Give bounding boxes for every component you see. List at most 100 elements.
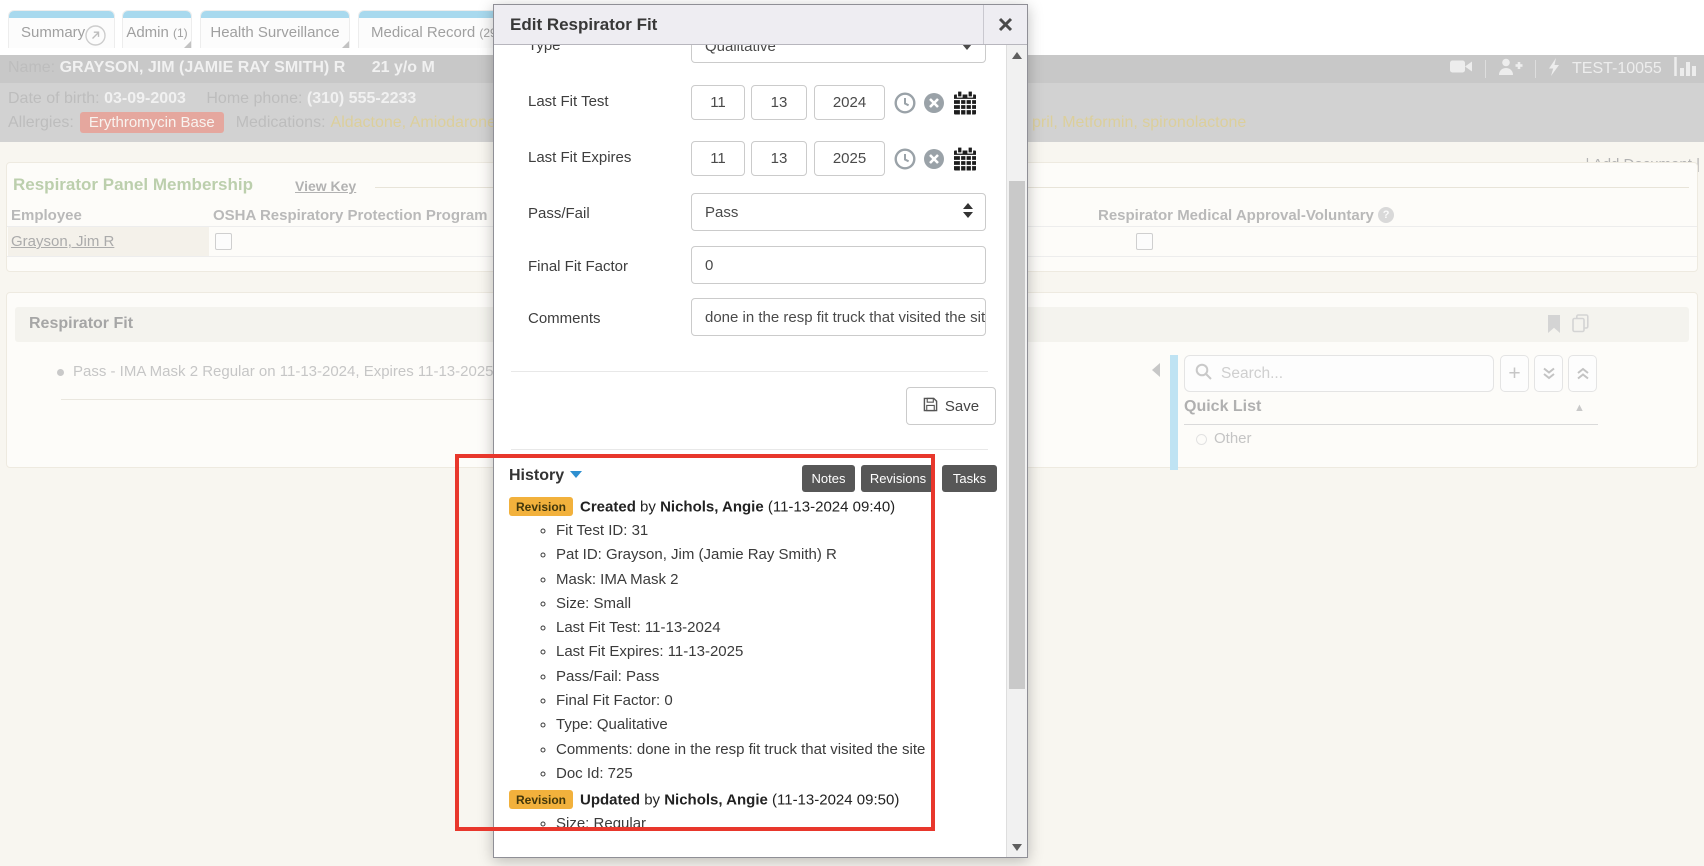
close-button[interactable] (983, 5, 1027, 44)
calendar-icon[interactable] (952, 146, 974, 168)
add-user-icon[interactable] (1498, 58, 1523, 80)
tab-fold-marker (184, 41, 191, 48)
tab-accent-strip (359, 11, 507, 18)
last-fit-test-day[interactable] (751, 85, 807, 120)
fit-result-item[interactable]: Pass - IMA Mask 2 Regular on 11-13-2024,… (73, 363, 494, 380)
add-button[interactable]: + (1500, 355, 1529, 392)
medications-left: Aldactone, Amiodarone (331, 114, 496, 132)
scroll-down-arrow[interactable] (1007, 837, 1027, 857)
membership-title: Respirator Panel Membership (13, 175, 253, 195)
last-fit-test-label: Last Fit Test (528, 93, 609, 111)
bookmark-icon[interactable] (1547, 315, 1561, 338)
clock-icon[interactable] (894, 92, 916, 114)
last-fit-expires-year[interactable] (814, 141, 885, 176)
quick-list-collapse-icon[interactable]: ▲ (1574, 402, 1585, 414)
patient-name: GRAYSON, JIM (JAMIE RAY SMITH) R (60, 59, 346, 76)
modal-header: Edit Respirator Fit (494, 5, 1027, 45)
history-divider (511, 449, 988, 450)
expand-all-button[interactable] (1534, 355, 1563, 392)
last-fit-expires-label: Last Fit Expires (528, 149, 631, 167)
phone-value: (310) 555-2233 (307, 90, 416, 107)
save-button[interactable]: Save (906, 387, 996, 425)
collapse-panel-handle[interactable] (1150, 362, 1161, 383)
tab-accent-strip (201, 11, 349, 18)
osha-checkbox[interactable] (215, 233, 232, 250)
allergy-badge[interactable]: Erythromycin Base (80, 112, 224, 133)
patient-age-sex: 21 y/o M (372, 59, 435, 76)
app-screen: Summary Admin (1) Health Surveillance Me… (0, 0, 1704, 866)
comments-label: Comments (528, 310, 601, 328)
select-spinner-icon (963, 203, 973, 218)
record-id: TEST-10055 (1572, 60, 1662, 78)
respirator-fit-title: Respirator Fit (29, 315, 133, 333)
allergy-med-line: Allergies: Erythromycin Base Medications… (8, 112, 496, 133)
tab-summary[interactable]: Summary (8, 10, 115, 48)
type-select[interactable]: Qualitative (691, 45, 986, 63)
chart-icon[interactable] (1674, 57, 1698, 81)
medications-label: Medications: (236, 114, 326, 132)
dob-phone-line: Date of birth: 03-09-2003 Home phone: (3… (8, 90, 416, 108)
col-employee: Employee (11, 207, 82, 224)
clear-date-icon[interactable] (923, 148, 945, 170)
last-fit-test-month[interactable] (691, 85, 745, 120)
voluntary-checkbox[interactable] (1136, 233, 1153, 250)
last-fit-expires-day[interactable] (751, 141, 807, 176)
tab-health-surveillance-label: Health Surveillance (201, 24, 349, 41)
view-key-link[interactable]: View Key (295, 178, 356, 194)
collapse-all-button[interactable] (1568, 355, 1597, 392)
last-fit-expires-month[interactable] (691, 141, 745, 176)
quick-panel-accent-bar (1170, 355, 1178, 470)
modal-scrollbar[interactable] (1006, 45, 1027, 857)
pass-fail-select[interactable]: Pass (691, 193, 986, 231)
tab-health-surveillance[interactable]: Health Surveillance (200, 10, 350, 48)
final-fit-factor-input[interactable]: 0 (691, 246, 986, 284)
tasks-button[interactable]: Tasks (942, 465, 997, 492)
help-icon[interactable]: ? (1378, 207, 1394, 223)
patient-name-line: Name: GRAYSON, JIM (JAMIE RAY SMITH) R 2… (8, 59, 435, 77)
calendar-icon[interactable] (952, 90, 974, 112)
chevron-down-icon (962, 45, 972, 50)
quick-list-divider (1184, 424, 1598, 425)
type-label: Type (528, 45, 561, 55)
tab-fold-marker (342, 41, 349, 48)
toolbar-divider (1485, 60, 1486, 78)
quick-list-title[interactable]: Quick List (1184, 398, 1261, 416)
save-icon (923, 397, 938, 416)
search-input[interactable] (1219, 364, 1483, 384)
modal-title: Edit Respirator Fit (510, 5, 657, 44)
name-label: Name: (8, 59, 55, 76)
quick-list-item-other[interactable]: Other (1214, 430, 1252, 447)
clear-date-icon[interactable] (923, 92, 945, 114)
video-camera-icon[interactable] (1450, 59, 1473, 79)
lightning-icon[interactable] (1548, 58, 1560, 81)
dob-value: 03-09-2003 (104, 90, 186, 107)
col-osha-program: OSHA Respiratory Protection Program (213, 207, 488, 224)
annotation-rectangle (455, 454, 935, 831)
list-bullet (57, 369, 64, 376)
final-fit-factor-label: Final Fit Factor (528, 258, 628, 276)
tab-accent-strip (9, 11, 114, 18)
clock-icon[interactable] (894, 148, 916, 170)
phone-label: Home phone: (206, 90, 302, 107)
quick-search (1184, 355, 1494, 392)
copy-icon[interactable] (1572, 314, 1589, 338)
tab-medical-record[interactable]: Medical Record (29) (358, 10, 508, 48)
comments-input[interactable]: done in the resp fit truck that visited … (691, 298, 986, 336)
last-fit-test-year[interactable] (814, 85, 885, 120)
tab-admin-label: Admin (1) (123, 24, 191, 41)
toolbar-divider (1535, 60, 1536, 78)
medications-right: pril, Metformin, spironolactone (1032, 114, 1246, 132)
list-item-bullet (1196, 434, 1207, 445)
col-voluntary: Respirator Medical Approval-Voluntary ? (1098, 207, 1394, 224)
tab-medical-record-label: Medical Record (29) (371, 24, 507, 41)
item-divider (61, 399, 531, 400)
pass-fail-label: Pass/Fail (528, 205, 590, 223)
scroll-up-arrow[interactable] (1007, 45, 1027, 65)
tab-accent-strip (123, 11, 191, 18)
tab-admin[interactable]: Admin (1) (122, 10, 192, 48)
employee-link[interactable]: Grayson, Jim R (11, 233, 114, 250)
scrollbar-thumb[interactable] (1009, 181, 1025, 689)
open-in-new-icon[interactable] (85, 25, 106, 48)
allergies-label: Allergies: (8, 114, 74, 132)
search-icon (1195, 363, 1212, 385)
